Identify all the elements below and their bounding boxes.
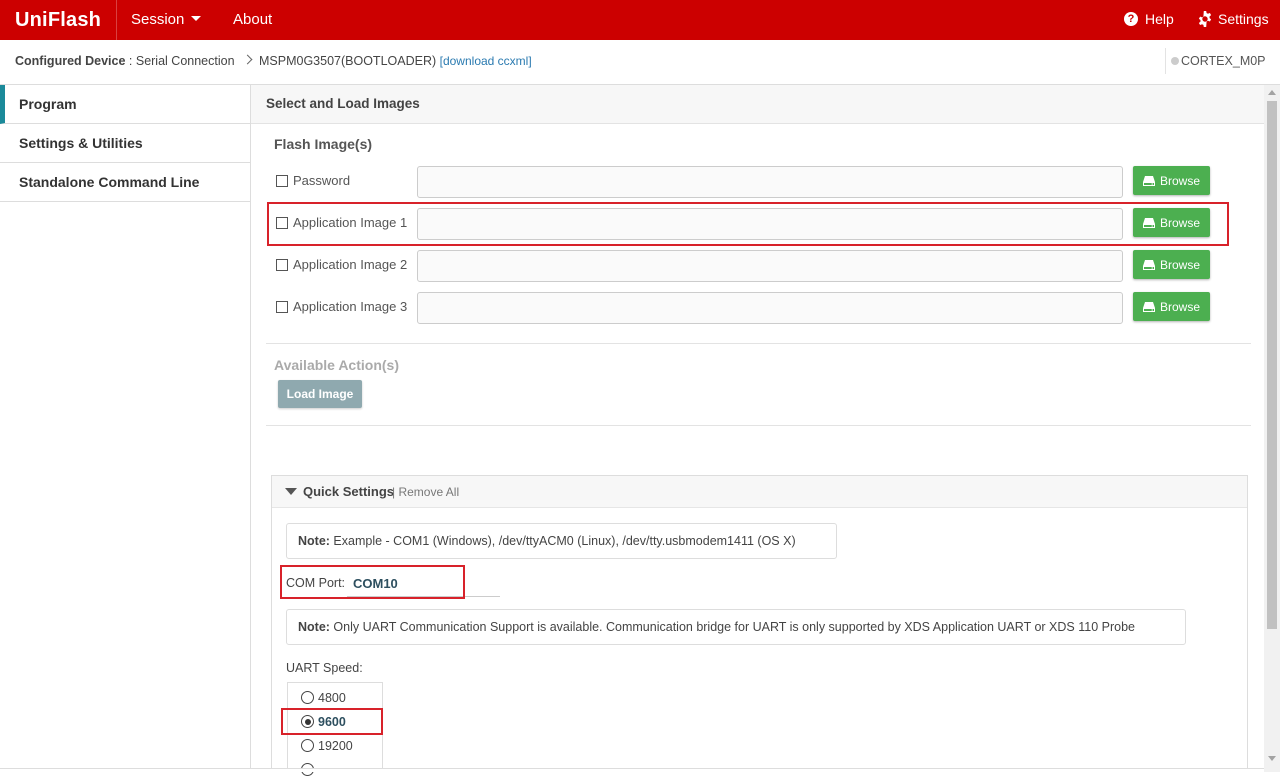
core-divider [1165,48,1166,74]
device-name-wrap: MSPM0G3507(BOOTLOADER) [download ccxml] [259,54,532,68]
com-port-note: Note: Example - COM1 (Windows), /dev/tty… [286,523,837,559]
settings-label: Settings [1218,11,1269,27]
app-image-2-browse-button[interactable]: Browse [1133,250,1210,279]
flash-images-title: Flash Image(s) [274,136,373,152]
configured-device-label: Configured Device [15,54,126,68]
app-image-2-label: Application Image 2 [293,257,408,272]
password-path-input[interactable] [417,166,1123,198]
core-indicator[interactable]: CORTEX_M0P [1171,54,1266,68]
browse-label: Browse [1160,299,1201,314]
note-text: Only UART Communication Support is avail… [329,620,1135,634]
core-name: CORTEX_M0P [1181,54,1266,68]
uart-4800-radio[interactable] [301,691,314,704]
scroll-thumb[interactable] [1267,101,1277,629]
collapse-caret-icon[interactable] [285,488,297,495]
note-bold: Note: [298,620,330,634]
breadcrumb: Configured Device : Serial Connection MS… [0,40,1280,85]
hard-drive-icon [1143,259,1155,270]
section-divider [266,425,1251,426]
main-header: Select and Load Images [251,85,1264,124]
sidebar-item-settings-utilities[interactable]: Settings & Utilities [0,124,250,163]
app-image-3-browse-button[interactable]: Browse [1133,292,1210,321]
highlight-app-image-1 [267,202,1229,246]
connection-type: : Serial Connection [125,54,235,68]
app-image-2-checkbox[interactable] [276,259,288,271]
remove-all-link[interactable]: | Remove All [392,485,459,499]
question-icon: ? [1124,12,1138,26]
hard-drive-icon [1143,301,1155,312]
help-button[interactable]: ? Help [1124,11,1174,27]
configured-device: Configured Device : Serial Connection [15,54,235,68]
settings-button[interactable]: Settings [1197,11,1269,27]
highlight-9600 [281,708,383,735]
caret-down-icon [191,16,202,21]
status-dot-icon [1171,57,1179,65]
app-image-3-label: Application Image 3 [293,299,408,314]
top-navbar: UniFlash Session About ? Help Settings [0,0,1280,40]
sidebar-item-standalone-command-line[interactable]: Standalone Command Line [0,163,250,202]
section-divider [266,343,1251,344]
session-menu-label: Session [131,11,185,28]
scroll-down-arrow-icon[interactable] [1268,756,1276,761]
uart-19200-radio[interactable] [301,739,314,752]
note-text: Example - COM1 (Windows), /dev/ttyACM0 (… [329,534,796,548]
highlight-com-port [280,565,465,599]
hard-drive-icon [1143,175,1155,186]
download-ccxml-link[interactable]: [download ccxml] [440,54,532,68]
load-image-button[interactable]: Load Image [278,380,362,408]
scroll-up-arrow-icon[interactable] [1268,90,1276,95]
about-menu[interactable]: About [233,11,272,28]
uart-19200-label: 19200 [318,739,353,753]
page-title: Select and Load Images [266,96,420,111]
gear-icon [1198,11,1212,27]
password-checkbox[interactable] [276,175,288,187]
available-actions-title: Available Action(s) [274,357,399,373]
app-image-3-checkbox[interactable] [276,301,288,313]
uart-4800-label: 4800 [318,691,346,705]
password-label: Password [293,173,351,188]
help-label: Help [1145,11,1174,27]
sidebar-item-program[interactable]: Program [0,85,250,124]
device-name: MSPM0G3507(BOOTLOADER) [259,54,437,68]
uart-note: Note: Only UART Communication Support is… [286,609,1186,645]
browse-label: Browse [1160,173,1201,188]
password-browse-button[interactable]: Browse [1133,166,1210,195]
scrollbar[interactable] [1264,85,1280,772]
app-brand[interactable]: UniFlash [15,9,101,32]
sidebar: Program Settings & Utilities Standalone … [0,85,251,772]
quick-settings-header: Quick Settings | Remove All [272,476,1247,508]
bottom-edge [0,768,1264,772]
quick-settings-title[interactable]: Quick Settings [303,484,394,499]
browse-label: Browse [1160,257,1201,272]
note-bold: Note: [298,534,330,548]
chevron-right-icon [242,54,253,65]
session-menu[interactable]: Session [131,11,202,28]
uart-speed-label: UART Speed: [286,661,363,675]
app-image-3-path-input[interactable] [417,292,1123,324]
app-image-2-path-input[interactable] [417,250,1123,282]
brand-divider [116,0,117,40]
